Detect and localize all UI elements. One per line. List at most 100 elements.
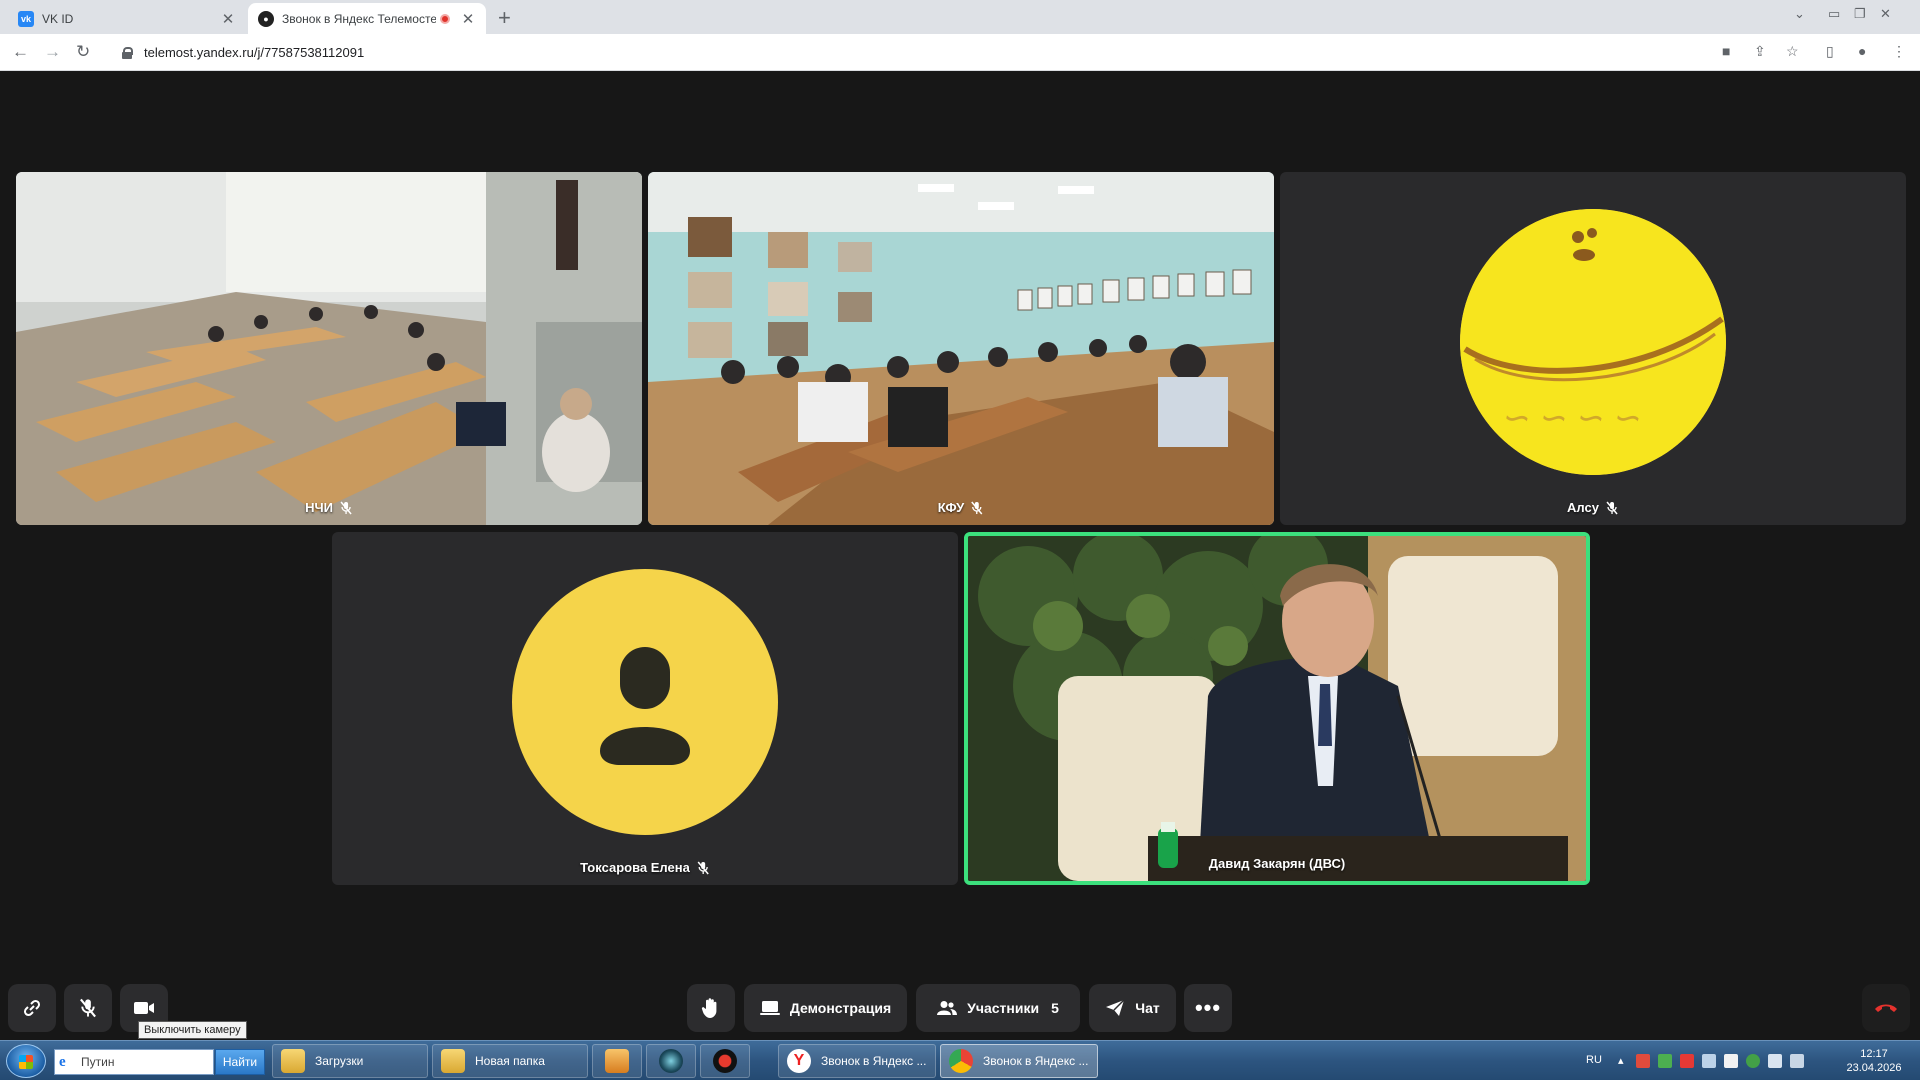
hang-up-icon: [1875, 1004, 1897, 1012]
system-clock[interactable]: 12:17 23.04.2026: [1832, 1047, 1916, 1075]
end-call-button[interactable]: [1862, 984, 1910, 1032]
clock-time: 12:17: [1860, 1048, 1888, 1060]
link-icon: [23, 999, 41, 1017]
meeting-grid: НЧИ КФУ ∽ ∽ ∽ ∽ Алсу Токсарова Елена Дав…: [0, 72, 1920, 1040]
taskbar-search-button[interactable]: Найти: [215, 1049, 265, 1075]
tab-search-chevron-icon[interactable]: ⌄: [1794, 6, 1805, 22]
screen-share-icon: [759, 1001, 780, 1015]
browser-tab-bar: vk VK ID ✕ ● Звонок в Яндекс Телемосте ✕…: [0, 0, 1920, 34]
participant-name-badge: Алсу: [1567, 500, 1619, 515]
folder-icon: [441, 1049, 465, 1073]
classroom-video: [16, 172, 642, 525]
participant-tile-alsu[interactable]: ∽ ∽ ∽ ∽ Алсу: [1280, 172, 1906, 525]
action-center-flag-icon[interactable]: [1768, 1054, 1782, 1068]
profile-avatar-icon[interactable]: ●: [1858, 43, 1866, 59]
taskbar-item-label: Загрузки: [315, 1054, 364, 1068]
participant-name: КФУ: [937, 500, 965, 515]
participant-tile-nchi[interactable]: НЧИ: [16, 172, 642, 525]
reload-icon[interactable]: ↻: [76, 42, 90, 62]
chat-button[interactable]: Чат: [1089, 984, 1176, 1032]
new-tab-button[interactable]: +: [498, 5, 511, 31]
participant-tile-toksarova[interactable]: Токсарова Елена: [332, 532, 958, 885]
clock-date: 23.04.2026: [1846, 1062, 1902, 1074]
taskbar-app-round[interactable]: [646, 1044, 696, 1078]
speaker-video: [968, 536, 1586, 881]
internet-explorer-icon: e: [59, 1054, 66, 1070]
tray-app-icon[interactable]: [1680, 1054, 1694, 1068]
sync-icon[interactable]: [1746, 1054, 1760, 1068]
chrome-icon: [949, 1049, 973, 1073]
tray-app-icon[interactable]: [1636, 1054, 1650, 1068]
back-icon[interactable]: ←: [12, 42, 29, 62]
lock-icon: [122, 46, 133, 59]
menu-kebab-icon[interactable]: ⋮: [1892, 43, 1906, 60]
participants-label: Участники: [967, 1000, 1040, 1016]
taskbar-item-label: Звонок в Яндекс ...: [983, 1054, 1089, 1068]
close-tab-icon[interactable]: ✕: [460, 10, 476, 28]
participant-name-badge: Давид Закарян (ДВС): [1209, 856, 1345, 871]
taskbar-media-player[interactable]: [592, 1044, 642, 1078]
participants-button[interactable]: Участники 5: [916, 984, 1080, 1032]
taskbar-item-yandex-browser[interactable]: Y Звонок в Яндекс ...: [778, 1044, 936, 1078]
screen-share-button[interactable]: Демонстрация: [744, 984, 907, 1032]
participant-name-badge: Токсарова Елена: [580, 860, 710, 875]
taskbar-search-input[interactable]: e Путин: [54, 1049, 214, 1075]
show-hidden-icons-icon[interactable]: ▴: [1618, 1054, 1624, 1067]
participant-name-badge: НЧИ: [305, 500, 353, 515]
network-icon[interactable]: [1790, 1054, 1804, 1068]
participants-count: 5: [1051, 1000, 1059, 1016]
side-panel-icon[interactable]: ▯: [1826, 43, 1834, 60]
taskbar-recorder[interactable]: [700, 1044, 750, 1078]
yandex-browser-icon: Y: [787, 1049, 811, 1073]
language-indicator[interactable]: RU: [1586, 1054, 1602, 1066]
start-button[interactable]: [6, 1044, 46, 1078]
forward-icon[interactable]: →: [44, 42, 61, 62]
participant-avatar: [512, 568, 778, 835]
tray-app-icon[interactable]: [1658, 1054, 1672, 1068]
taskbar-item-new-folder[interactable]: Новая папка: [432, 1044, 588, 1078]
mic-off-icon: [697, 861, 709, 874]
more-dots-icon: •••: [1194, 995, 1222, 1020]
more-options-button[interactable]: •••: [1184, 984, 1232, 1032]
participant-name-badge: КФУ: [938, 500, 984, 515]
tab-vk-id[interactable]: vk VK ID ✕: [8, 3, 246, 34]
auditorium-video: [648, 172, 1274, 525]
close-tab-icon[interactable]: ✕: [220, 10, 236, 28]
user-silhouette-icon: [600, 646, 690, 765]
share-icon[interactable]: ⇪: [1754, 43, 1766, 60]
copy-link-button[interactable]: [8, 984, 56, 1032]
camera-app-icon: [659, 1049, 683, 1073]
bookmark-star-icon[interactable]: ☆: [1786, 43, 1799, 60]
participants-icon: [937, 1001, 958, 1015]
participant-tile-zakaryan[interactable]: Давид Закарян (ДВС): [964, 532, 1590, 885]
windows-taskbar: e Путин Найти Загрузки Новая папка Y Зво…: [0, 1040, 1920, 1080]
participant-name: Алсу: [1567, 500, 1599, 515]
raise-hand-button[interactable]: [687, 984, 735, 1032]
microphone-toggle-button[interactable]: [64, 984, 112, 1032]
restore-icon[interactable]: ❐: [1854, 6, 1866, 22]
mic-off-icon: [971, 501, 983, 514]
taskbar-item-chrome[interactable]: Звонок в Яндекс ...: [940, 1044, 1098, 1078]
participant-tile-kfu[interactable]: КФУ: [648, 172, 1274, 525]
volume-icon[interactable]: [1724, 1054, 1738, 1068]
tab-telemost[interactable]: ● Звонок в Яндекс Телемосте ✕: [248, 3, 486, 34]
participant-name: Токсарова Елена: [580, 860, 690, 875]
participant-avatar-image: ∽ ∽ ∽ ∽: [1460, 208, 1726, 475]
chat-label: Чат: [1135, 1000, 1160, 1016]
screen-share-label: Демонстрация: [789, 1000, 892, 1016]
raise-hand-icon: [701, 998, 717, 1018]
tray-app-icon[interactable]: [1702, 1054, 1716, 1068]
recorder-icon: [713, 1049, 737, 1073]
taskbar-item-label: Звонок в Яндекс ...: [821, 1054, 927, 1068]
url-field[interactable]: telemost.yandex.ru/j/77587538112091: [108, 39, 1708, 66]
taskbar-item-downloads[interactable]: Загрузки: [272, 1044, 428, 1078]
participant-name: НЧИ: [305, 500, 333, 515]
close-window-icon[interactable]: ✕: [1880, 6, 1891, 22]
address-bar: ← → ↻ telemost.yandex.ru/j/7758753811209…: [0, 34, 1920, 71]
camera-in-use-icon[interactable]: ■: [1722, 43, 1730, 59]
search-value: Путин: [81, 1055, 115, 1069]
media-player-icon: [605, 1049, 629, 1073]
minimize-icon[interactable]: ▭: [1828, 6, 1840, 22]
folder-icon: [281, 1049, 305, 1073]
tab-title: Звонок в Яндекс Телемосте: [282, 11, 436, 26]
